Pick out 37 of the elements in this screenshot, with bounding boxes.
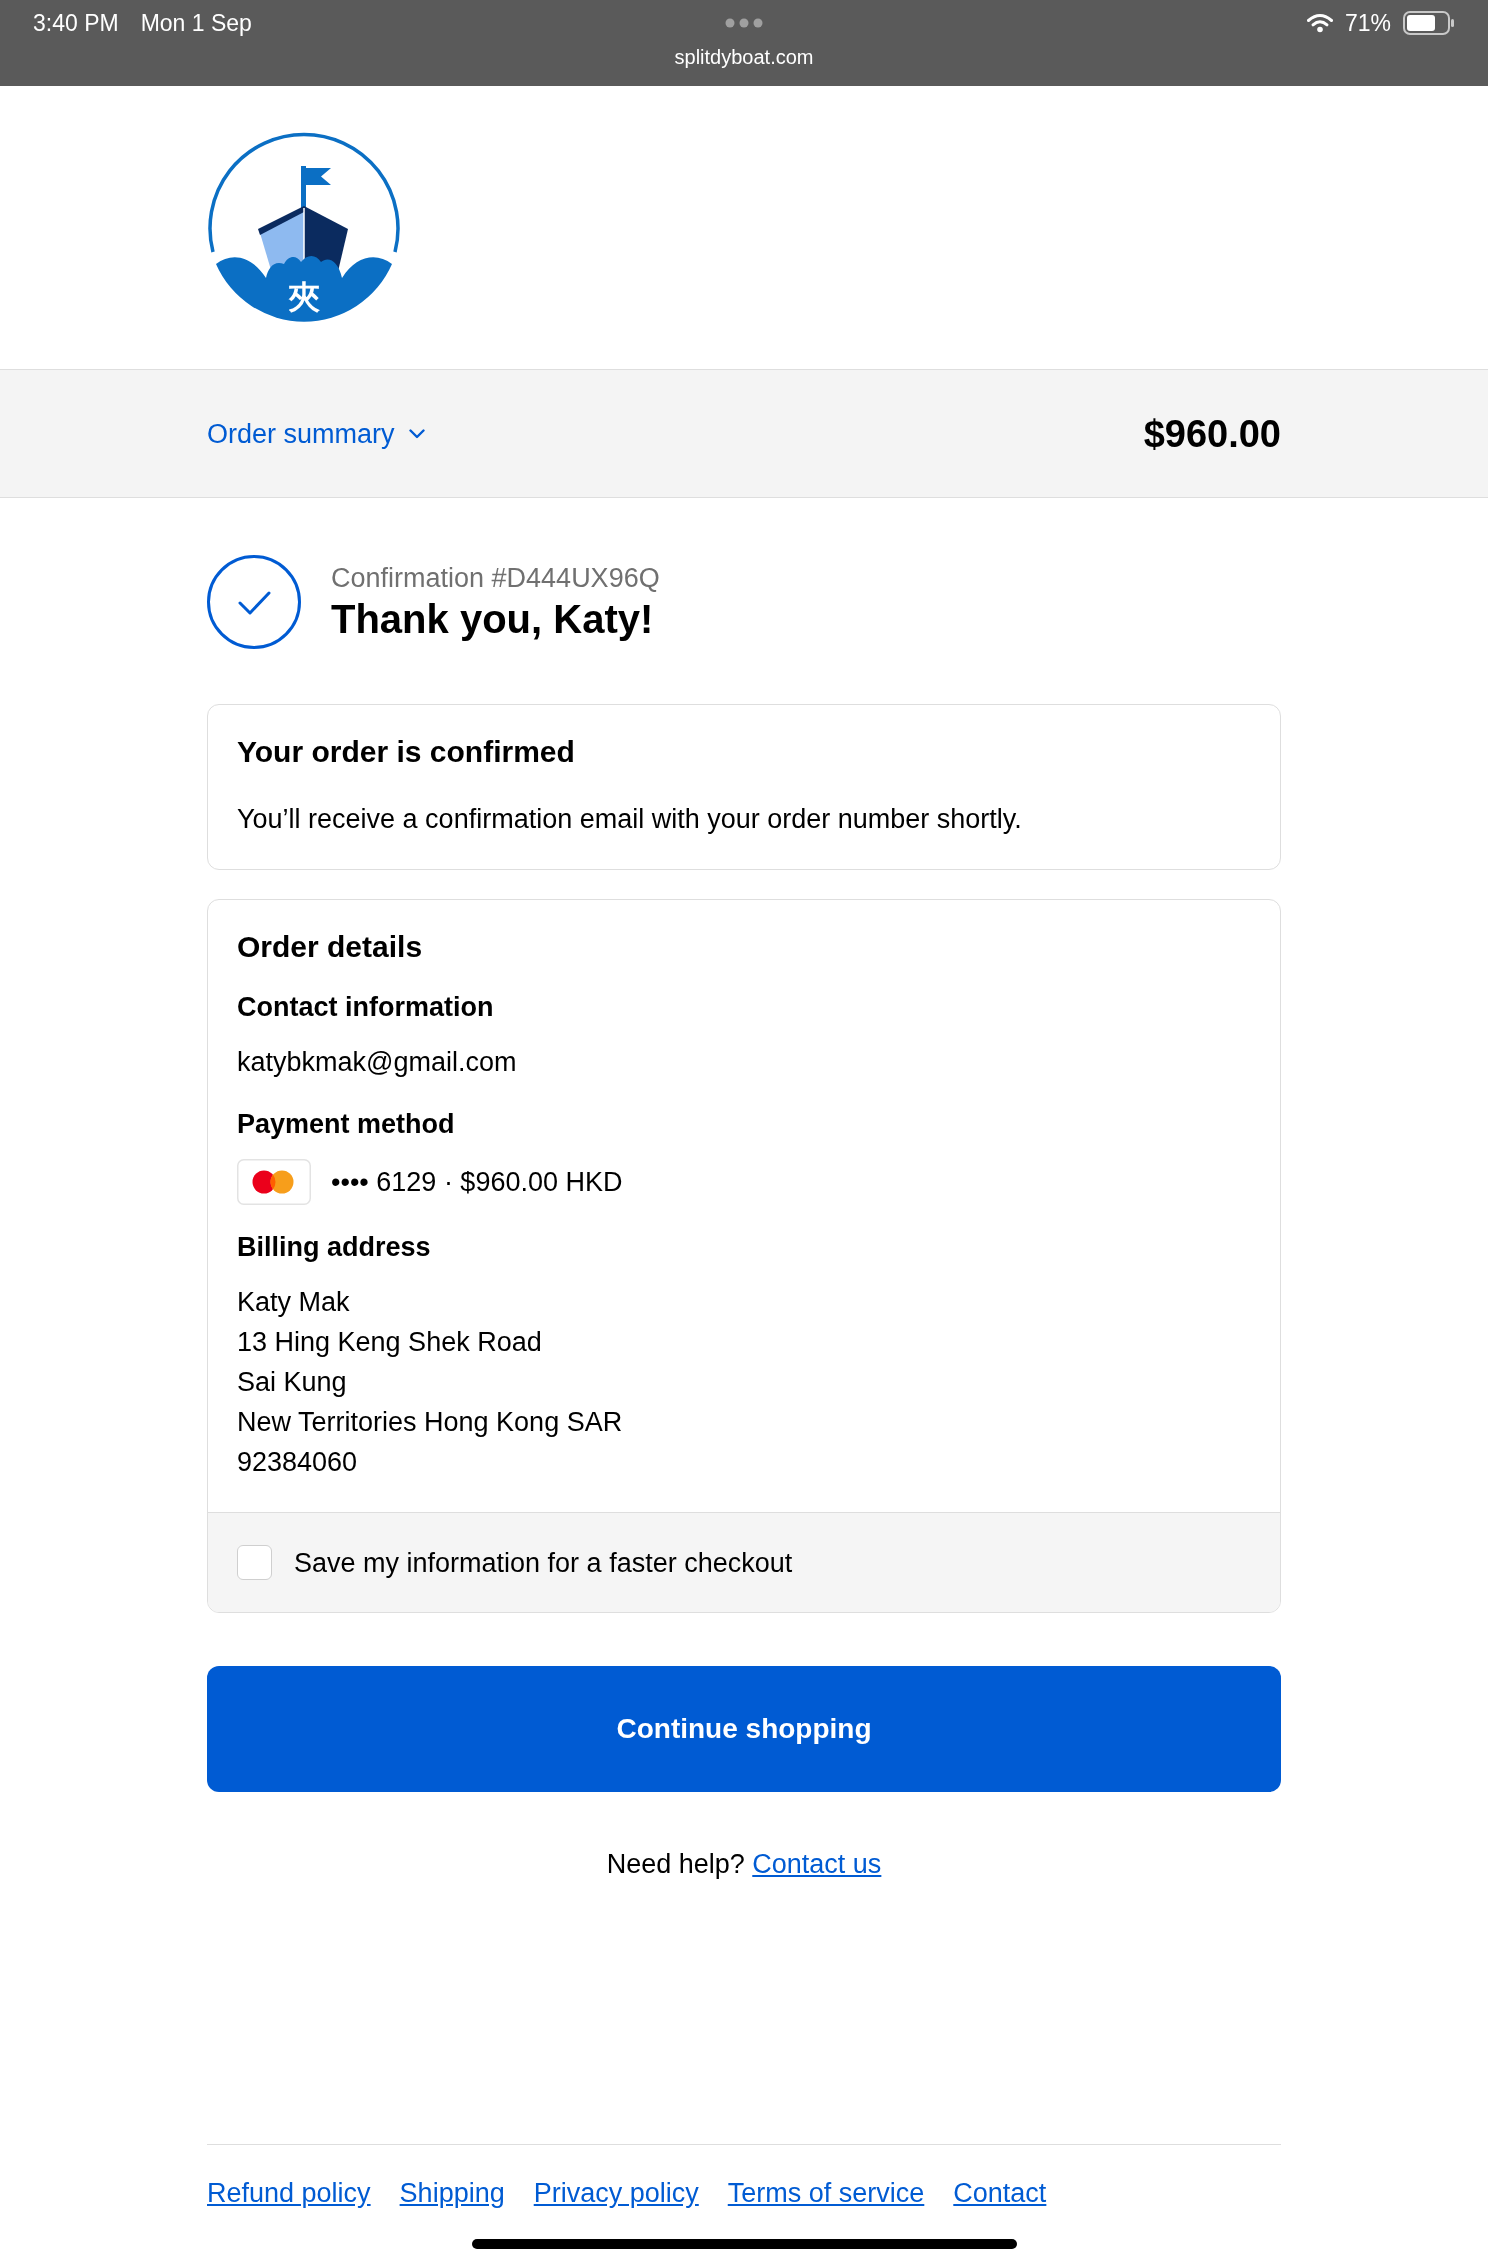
- url-text[interactable]: splitdyboat.com: [674, 45, 814, 69]
- detail-line: 92384060: [237, 1446, 359, 1479]
- card-title: Your order is confirmed: [237, 734, 576, 770]
- wifi-icon: [1306, 13, 1333, 33]
- order-summary-toggle[interactable]: Order summary: [207, 416, 425, 451]
- footer-link[interactable]: Contact: [953, 2175, 1047, 2211]
- section-heading: Contact information: [237, 991, 495, 1024]
- contact-link[interactable]: Contact us: [752, 1849, 882, 1879]
- status-time: 3:40 PM: [33, 9, 119, 38]
- card-brand-icon: [237, 1159, 311, 1205]
- save-info-checkbox[interactable]: [237, 1545, 272, 1580]
- save-info-label[interactable]: Save my information for a faster checkout: [294, 1544, 793, 1581]
- order-total: $960.00: [1143, 411, 1281, 457]
- logo-character: 夾: [288, 278, 320, 316]
- footer-link[interactable]: Refund policy: [207, 2175, 371, 2211]
- confirmation-message: You’ll receive a confirmation email with your order number shortly.: [237, 803, 1023, 836]
- battery-icon: [1403, 11, 1455, 35]
- more-dots-icon[interactable]: [725, 18, 763, 28]
- footer-link[interactable]: Shipping: [399, 2175, 505, 2211]
- detail-line: Katy Mak: [237, 1286, 351, 1319]
- thank-you-heading: Thank you, Katy!: [331, 596, 655, 642]
- check-circle-icon: [207, 555, 301, 649]
- continue-shopping-button[interactable]: Continue shopping: [207, 1666, 1281, 1792]
- payment-details: •••• 6129 · $960.00 HKD: [331, 1166, 623, 1199]
- detail-line: 13 Hing Keng Shek Road: [237, 1326, 543, 1359]
- battery-percent: 71%: [1344, 9, 1391, 37]
- detail-line: katybkmak@gmail.com: [237, 1046, 518, 1079]
- section-heading: Billing address: [237, 1231, 432, 1264]
- footer-link[interactable]: Privacy policy: [533, 2175, 699, 2211]
- detail-line: New Territories Hong Kong SAR: [237, 1406, 624, 1439]
- card-title: Order details: [237, 929, 424, 965]
- footer-link[interactable]: Terms of service: [727, 2175, 925, 2211]
- section-heading: Payment method: [237, 1108, 456, 1141]
- help-text: Need help?: [606, 1849, 745, 1879]
- status-date: Mon 1 Sep: [140, 9, 252, 38]
- detail-line: Sai Kung: [237, 1366, 348, 1399]
- confirmation-number: Confirmation #D444UX96Q: [331, 562, 660, 594]
